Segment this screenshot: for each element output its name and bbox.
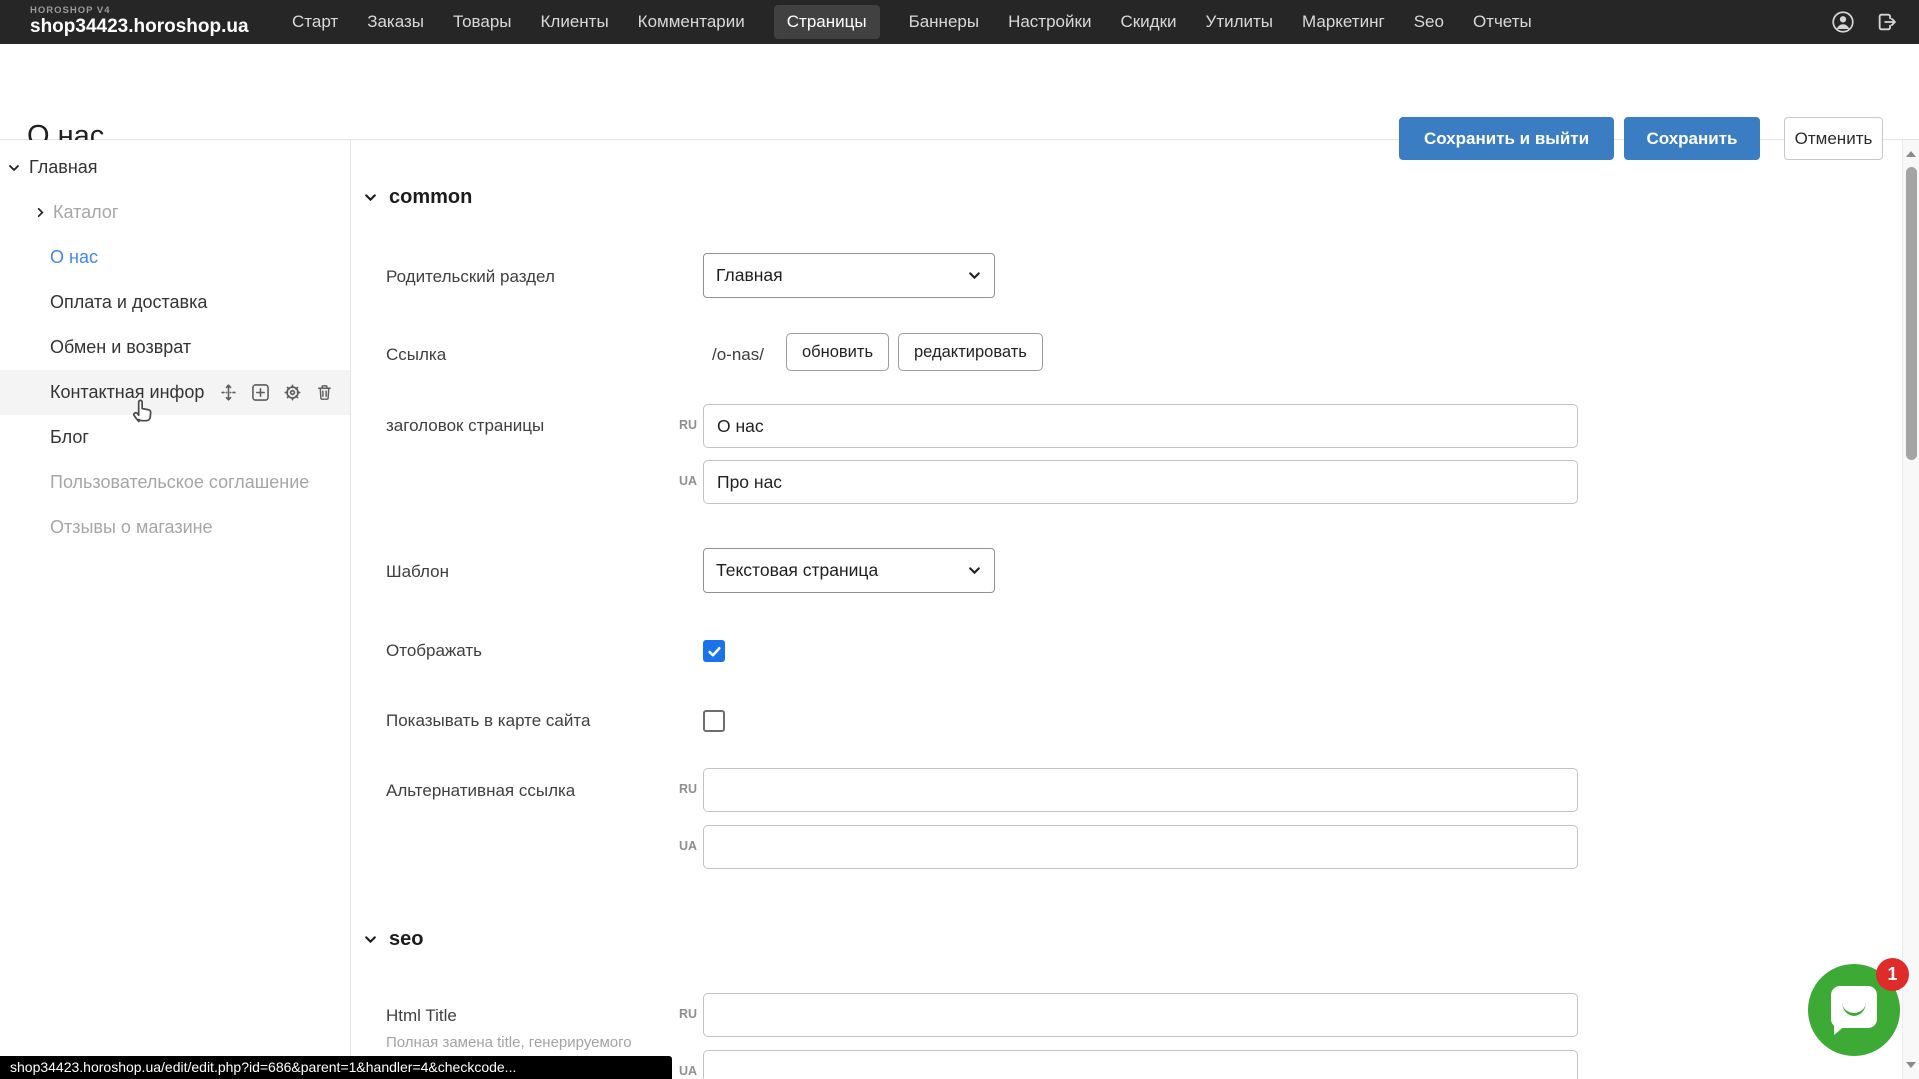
section-seo-header[interactable]: seo bbox=[363, 928, 423, 951]
topmenu-discounts[interactable]: Скидки bbox=[1120, 12, 1176, 32]
save-and-exit-button[interactable]: Сохранить и выйти bbox=[1399, 117, 1614, 160]
lang-ru-badge: RU bbox=[671, 1007, 697, 1021]
topmenu-utilities[interactable]: Утилиты bbox=[1206, 12, 1274, 32]
lang-ru-badge: RU bbox=[671, 418, 697, 432]
sidebar-item-glavnaya[interactable]: Главная bbox=[0, 145, 350, 190]
top-navigation-bar: HOROSHOP V4 shop34423.horoshop.ua Старт … bbox=[0, 0, 1919, 44]
scrollbar-thumb[interactable] bbox=[1906, 167, 1917, 460]
sidebar-item-kontaktnaya[interactable]: Контактная инфор bbox=[0, 370, 350, 415]
brand-logo[interactable]: HOROSHOP V4 shop34423.horoshop.ua bbox=[30, 5, 249, 38]
sidebar-item-label: Контактная инфор bbox=[50, 382, 204, 403]
tree-item-actions bbox=[218, 382, 335, 403]
page-title-ua-input[interactable] bbox=[703, 460, 1578, 504]
sidebar-item-label: Главная bbox=[29, 157, 98, 178]
sidebar-item-blog[interactable]: Блог bbox=[0, 415, 350, 460]
section-title: common bbox=[389, 186, 472, 209]
scroll-down-arrow[interactable] bbox=[1903, 1057, 1919, 1073]
sidebar-item-label: Оплата и доставка bbox=[50, 292, 207, 313]
template-label: Шаблон bbox=[386, 562, 449, 582]
brand-version-label: HOROSHOP V4 bbox=[30, 5, 249, 16]
logout-icon[interactable] bbox=[1876, 11, 1898, 33]
topmenu-banners[interactable]: Баннеры bbox=[909, 12, 980, 32]
template-select[interactable]: Текстовая страница bbox=[703, 548, 995, 593]
section-title: seo bbox=[389, 928, 423, 951]
sidebar-item-katalog[interactable]: Каталог bbox=[0, 190, 350, 235]
link-edit-button[interactable]: редактировать bbox=[898, 333, 1043, 371]
page-title-ru-input[interactable] bbox=[703, 404, 1578, 448]
parent-section-label: Родительский раздел bbox=[386, 267, 555, 287]
sitemap-checkbox[interactable] bbox=[703, 710, 725, 732]
link-preview-statusbar: shop34423.horoshop.ua/edit/edit.php?id=6… bbox=[0, 1056, 672, 1079]
sidebar-item-label: Обмен и возврат bbox=[50, 337, 191, 358]
lang-ua-badge: UA bbox=[671, 839, 697, 853]
sidebar-item-label: Отзывы о магазине bbox=[50, 517, 213, 538]
chevron-down-icon bbox=[7, 161, 21, 175]
check-icon bbox=[707, 644, 722, 659]
vertical-scrollbar[interactable] bbox=[1902, 140, 1919, 1079]
select-caret-icon bbox=[967, 268, 982, 283]
topmenu-clients[interactable]: Клиенты bbox=[541, 12, 609, 32]
lang-ua-badge: UA bbox=[671, 1064, 697, 1078]
topmenu-reports[interactable]: Отчеты bbox=[1473, 12, 1532, 32]
html-title-hint: Полная замена title, генерируемого bbox=[386, 1034, 632, 1051]
html-title-label: Html Title bbox=[386, 1006, 457, 1026]
sidebar-item-label: Каталог bbox=[53, 202, 118, 223]
chevron-down-icon bbox=[363, 190, 378, 205]
save-button[interactable]: Сохранить bbox=[1624, 117, 1760, 160]
chat-unread-badge: 1 bbox=[1876, 958, 1909, 991]
page-title-label: заголовок страницы bbox=[386, 416, 544, 436]
sidebar-item-label: Блог bbox=[50, 427, 89, 448]
sidebar-item-otzyvy[interactable]: Отзывы о магазине bbox=[0, 505, 350, 550]
parent-section-select[interactable]: Главная bbox=[703, 253, 995, 298]
topbar-icons bbox=[1832, 0, 1898, 44]
sidebar-item-label: О нас bbox=[50, 247, 98, 268]
alt-link-ru-input[interactable] bbox=[703, 768, 1578, 812]
html-title-ua-input[interactable] bbox=[703, 1050, 1578, 1079]
scroll-up-arrow[interactable] bbox=[1903, 146, 1919, 162]
sidebar-item-label: Пользовательское соглашение bbox=[50, 472, 309, 493]
page-header: О нас Сохранить и выйти Сохранить Отмени… bbox=[0, 44, 1919, 140]
account-icon[interactable] bbox=[1832, 11, 1854, 33]
top-menu: Старт Заказы Товары Клиенты Комментарии … bbox=[292, 0, 1532, 44]
alt-link-label: Альтернативная ссылка bbox=[386, 781, 575, 801]
template-value: Текстовая страница bbox=[716, 560, 878, 581]
sidebar-item-soglashenie[interactable]: Пользовательское соглашение bbox=[0, 460, 350, 505]
cancel-button[interactable]: Отменить bbox=[1784, 117, 1883, 160]
select-caret-icon bbox=[967, 563, 982, 578]
html-title-ru-input[interactable] bbox=[703, 993, 1578, 1037]
pages-tree-sidebar: Главная Каталог О нас Оплата и доставка … bbox=[0, 140, 351, 1079]
settings-icon[interactable] bbox=[282, 382, 303, 403]
lang-ua-badge: UA bbox=[671, 474, 697, 488]
display-checkbox[interactable] bbox=[703, 640, 725, 662]
topmenu-comments[interactable]: Комментарии bbox=[638, 12, 745, 32]
chevron-down-icon bbox=[363, 932, 378, 947]
chat-bubble-icon bbox=[1831, 986, 1877, 1028]
sidebar-item-oplata[interactable]: Оплата и доставка bbox=[0, 280, 350, 325]
link-path-value: /o-nas/ bbox=[712, 345, 764, 365]
sitemap-label: Показывать в карте сайта bbox=[386, 711, 590, 731]
sidebar-item-o-nas[interactable]: О нас bbox=[0, 235, 350, 280]
topmenu-settings[interactable]: Настройки bbox=[1008, 12, 1091, 32]
section-common-header[interactable]: common bbox=[363, 186, 472, 209]
topmenu-orders[interactable]: Заказы bbox=[367, 12, 424, 32]
link-label: Ссылка bbox=[386, 345, 446, 365]
topmenu-start[interactable]: Старт bbox=[292, 12, 338, 32]
move-icon[interactable] bbox=[218, 382, 239, 403]
alt-link-ua-input[interactable] bbox=[703, 825, 1578, 869]
chevron-right-icon bbox=[34, 206, 47, 219]
add-icon[interactable] bbox=[250, 382, 271, 403]
brand-domain-label: shop34423.horoshop.ua bbox=[30, 16, 249, 38]
sidebar-item-obmen[interactable]: Обмен и возврат bbox=[0, 325, 350, 370]
display-label: Отображать bbox=[386, 641, 482, 661]
topmenu-products[interactable]: Товары bbox=[453, 12, 511, 32]
topmenu-pages[interactable]: Страницы bbox=[774, 5, 880, 39]
lang-ru-badge: RU bbox=[671, 782, 697, 796]
topmenu-marketing[interactable]: Маркетинг bbox=[1302, 12, 1385, 32]
parent-section-value: Главная bbox=[716, 265, 783, 286]
link-refresh-button[interactable]: обновить bbox=[786, 333, 889, 371]
delete-icon[interactable] bbox=[314, 382, 335, 403]
topmenu-seo[interactable]: Seo bbox=[1414, 12, 1444, 32]
